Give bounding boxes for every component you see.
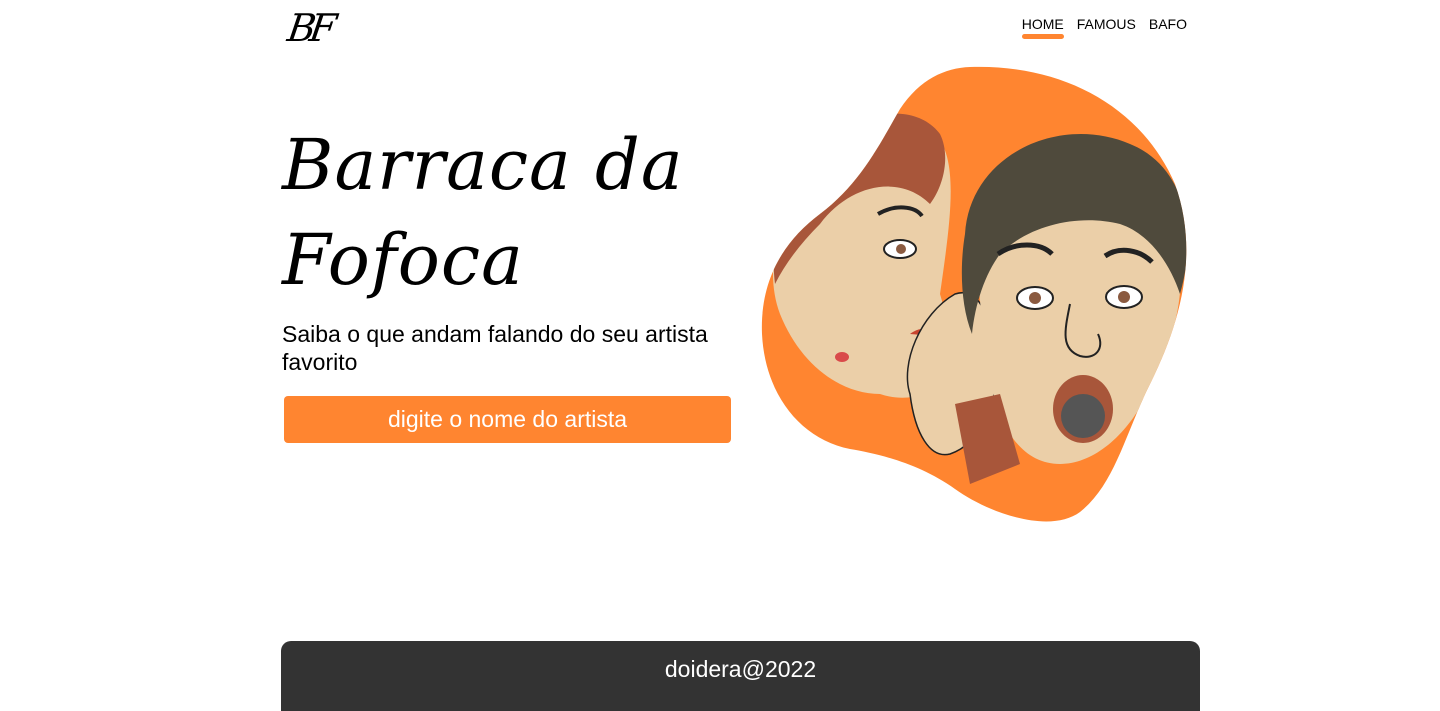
artist-search-button[interactable]: digite o nome do artista xyxy=(284,396,731,443)
hero-subtitle: Saiba o que andam falando do seu artista… xyxy=(282,321,708,375)
hero-title-line-2: Fofoca xyxy=(282,219,524,301)
hero-title-line-1: Barraca da xyxy=(282,124,684,206)
logo-text: BF xyxy=(284,6,334,50)
nav-bafo[interactable]: BAFO xyxy=(1149,16,1187,38)
footer: doidera@2022 xyxy=(281,641,1200,711)
nav-famous[interactable]: FAMOUS xyxy=(1077,16,1136,38)
footer-text: doidera@2022 xyxy=(664,656,817,682)
hero-title: Barraca da Fofoca xyxy=(282,118,712,308)
gossip-illustration xyxy=(761,66,1187,522)
main-nav: HOME FAMOUS BAFO xyxy=(1021,16,1187,39)
nav-home[interactable]: HOME xyxy=(1021,16,1064,39)
logo[interactable]: BF xyxy=(284,6,368,50)
